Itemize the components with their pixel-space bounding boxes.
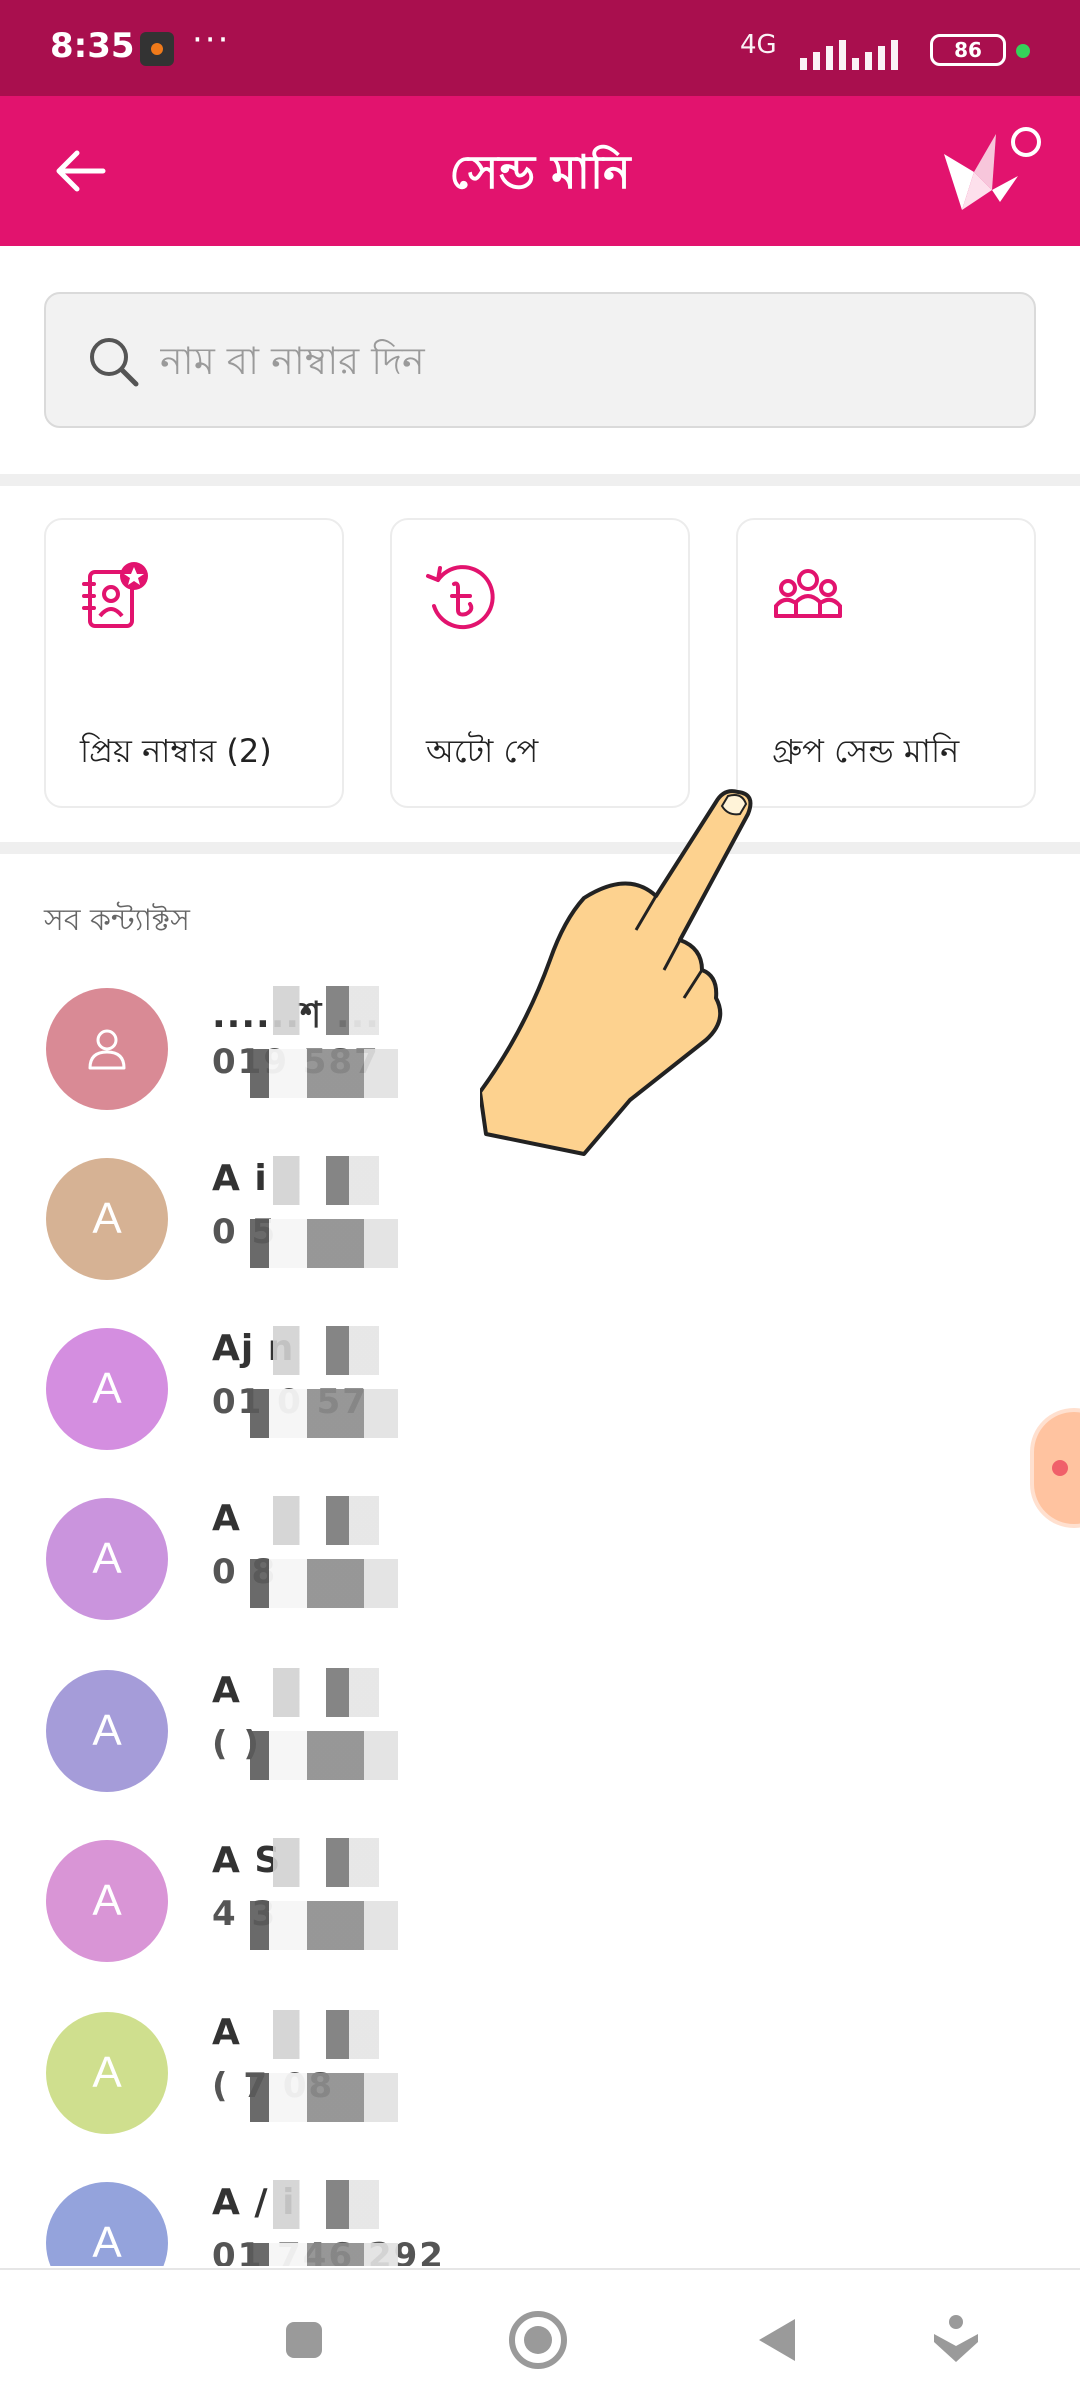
favorite-numbers-card[interactable]: প্রিয় নাম্বার (2) — [44, 518, 344, 808]
signal-icon — [800, 30, 950, 70]
auto-pay-card[interactable]: অটো পে — [390, 518, 690, 808]
home-button[interactable] — [498, 2300, 578, 2380]
avatar: A — [46, 1498, 168, 1620]
quick-actions: প্রিয় নাম্বার (2) অটো পে গ্রুপ সেন্ড মা… — [44, 518, 1036, 808]
home-circle-icon — [509, 2311, 567, 2369]
app-bar: সেন্ড মানি — [0, 96, 1080, 246]
avatar: A — [46, 1328, 168, 1450]
contact-row[interactable]: A A 0 8 — [0, 1478, 1080, 1638]
network-type: 4G — [740, 30, 777, 60]
avatar: A — [46, 1840, 168, 1962]
avatar: A — [46, 2182, 168, 2266]
person-icon — [88, 1029, 126, 1070]
search-input[interactable] — [158, 314, 1002, 408]
divider — [0, 474, 1080, 486]
avatar — [46, 988, 168, 1110]
page-title: সেন্ড মানি — [449, 145, 631, 199]
group-send-icon — [774, 569, 842, 618]
assistant-icon — [934, 2315, 978, 2362]
system-nav-bar — [0, 2268, 1080, 2402]
redaction-mosaic — [250, 1838, 440, 1950]
contact-row[interactable]: A A / i 01 746 292 — [0, 2162, 1080, 2266]
back-nav-button[interactable] — [736, 2300, 816, 2380]
contact-row[interactable]: A A S 4 3 — [0, 1820, 1080, 1980]
auto-pay-icon — [426, 565, 495, 630]
square-icon — [286, 2322, 322, 2358]
notification-app-icon — [140, 32, 174, 66]
recent-apps-button[interactable] — [264, 2300, 344, 2380]
contact-row[interactable]: A A ( 7 08 — [0, 1992, 1080, 2152]
battery-icon: 86 — [930, 34, 1006, 66]
status-time: 8:35 — [50, 26, 135, 66]
pointing-hand-icon — [480, 789, 753, 1156]
privacy-indicator-icon — [1016, 44, 1030, 58]
favorite-contacts-icon — [82, 562, 148, 628]
search-box[interactable] — [44, 292, 1036, 428]
avatar: A — [46, 1670, 168, 1792]
contact-name: A — [212, 2012, 241, 2053]
triangle-back-icon — [759, 2319, 795, 2361]
redaction-mosaic — [250, 986, 440, 1098]
contact-name: A — [212, 1670, 241, 1711]
avatar: A — [46, 1158, 168, 1280]
assistant-button[interactable] — [916, 2300, 996, 2380]
contact-name: A — [212, 1498, 241, 1539]
status-bar: 8:35 ··· 4G 86 — [0, 0, 1080, 96]
redaction-mosaic — [250, 1668, 440, 1780]
group-send-money-card[interactable]: গ্রুপ সেন্ড মানি — [736, 518, 1036, 808]
redaction-mosaic — [250, 1326, 440, 1438]
more-notifications-icon: ··· — [192, 20, 231, 60]
redaction-mosaic — [250, 1496, 440, 1608]
avatar: A — [46, 2012, 168, 2134]
bkash-logo-icon — [944, 127, 1041, 210]
all-contacts-heading: সব কন্ট্যাক্টস — [44, 903, 190, 938]
contact-row[interactable]: A Aj n 01 0 57 — [0, 1308, 1080, 1468]
favorite-numbers-label: প্রিয় নাম্বার (2) — [80, 732, 272, 770]
redaction-mosaic — [250, 2010, 440, 2122]
contact-row[interactable]: A A ( ) — [0, 1650, 1080, 1810]
floating-assistant-button[interactable] — [1034, 1412, 1080, 1524]
redaction-mosaic — [250, 1156, 440, 1268]
search-icon — [90, 338, 139, 387]
redaction-mosaic — [250, 2180, 440, 2266]
